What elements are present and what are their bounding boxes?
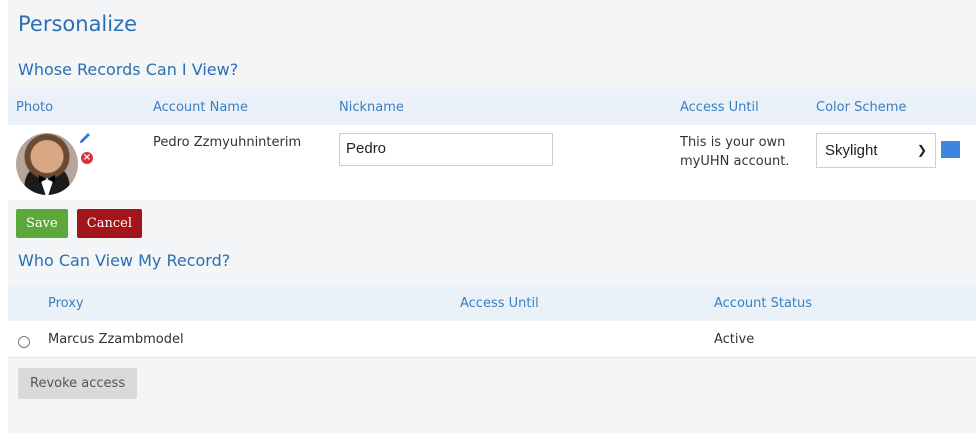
account-name-cell: Pedro Zzmyuhninterim xyxy=(153,125,339,200)
color-scheme-select[interactable]: Skylight ❯ xyxy=(816,133,936,168)
viewer-row: Marcus Zzambmodel Active xyxy=(8,321,976,358)
records-header-row: Photo Account Name Nickname Access Until… xyxy=(8,89,976,125)
photo-cell: × xyxy=(8,125,153,200)
viewers-header-row: Proxy Access Until Account Status xyxy=(8,285,976,321)
color-swatch xyxy=(941,141,960,158)
radio-icon[interactable] xyxy=(18,336,30,348)
viewers-table: Proxy Access Until Account Status Marcus… xyxy=(8,285,976,358)
edit-pencil-icon[interactable] xyxy=(78,131,92,145)
action-buttons: Save Cancel xyxy=(16,209,976,239)
avatar xyxy=(16,133,78,195)
avatar-wrap: × xyxy=(16,133,94,197)
header-proxy: Proxy xyxy=(48,285,460,321)
viewer-proxy: Marcus Zzambmodel xyxy=(48,321,460,358)
viewers-section-title: Who Can View My Record? xyxy=(18,251,231,270)
viewer-account-status: Active xyxy=(714,321,976,358)
account-name: Pedro Zzmyuhninterim xyxy=(153,135,302,150)
header-account-name: Account Name xyxy=(153,89,339,125)
access-line-2: myUHN account. xyxy=(680,154,790,169)
header-account-status: Account Status xyxy=(714,285,976,321)
color-scheme-cell: Skylight ❯ xyxy=(816,125,976,200)
nickname-input[interactable]: Pedro xyxy=(339,133,553,166)
header-viewer-access-until: Access Until xyxy=(460,285,714,321)
viewer-access-until xyxy=(460,321,714,358)
access-line-1: This is your own xyxy=(680,135,786,150)
records-row: × Pedro Zzmyuhninterim Pedro This is you… xyxy=(8,125,976,200)
nickname-cell: Pedro xyxy=(339,125,680,200)
page: Personalize Whose Records Can I View? Ph… xyxy=(8,0,976,433)
color-scheme-value: Skylight xyxy=(825,142,878,159)
revoke-access-button[interactable]: Revoke access xyxy=(18,368,138,399)
header-select xyxy=(8,285,48,321)
remove-photo-icon[interactable]: × xyxy=(80,151,94,165)
records-table: Photo Account Name Nickname Access Until… xyxy=(8,89,976,200)
access-until-text: This is your own myUHN account. xyxy=(680,133,816,171)
save-button[interactable]: Save xyxy=(16,209,68,238)
page-title: Personalize xyxy=(18,12,138,36)
access-until-cell: This is your own myUHN account. xyxy=(680,125,816,200)
chevron-down-icon: ❯ xyxy=(916,143,927,157)
header-photo: Photo xyxy=(8,89,153,125)
cancel-button[interactable]: Cancel xyxy=(76,209,142,238)
header-nickname: Nickname xyxy=(339,89,680,125)
header-color-scheme: Color Scheme xyxy=(816,89,976,125)
records-section-title: Whose Records Can I View? xyxy=(18,60,239,79)
header-access-until: Access Until xyxy=(680,89,816,125)
viewer-select-cell xyxy=(8,321,48,358)
